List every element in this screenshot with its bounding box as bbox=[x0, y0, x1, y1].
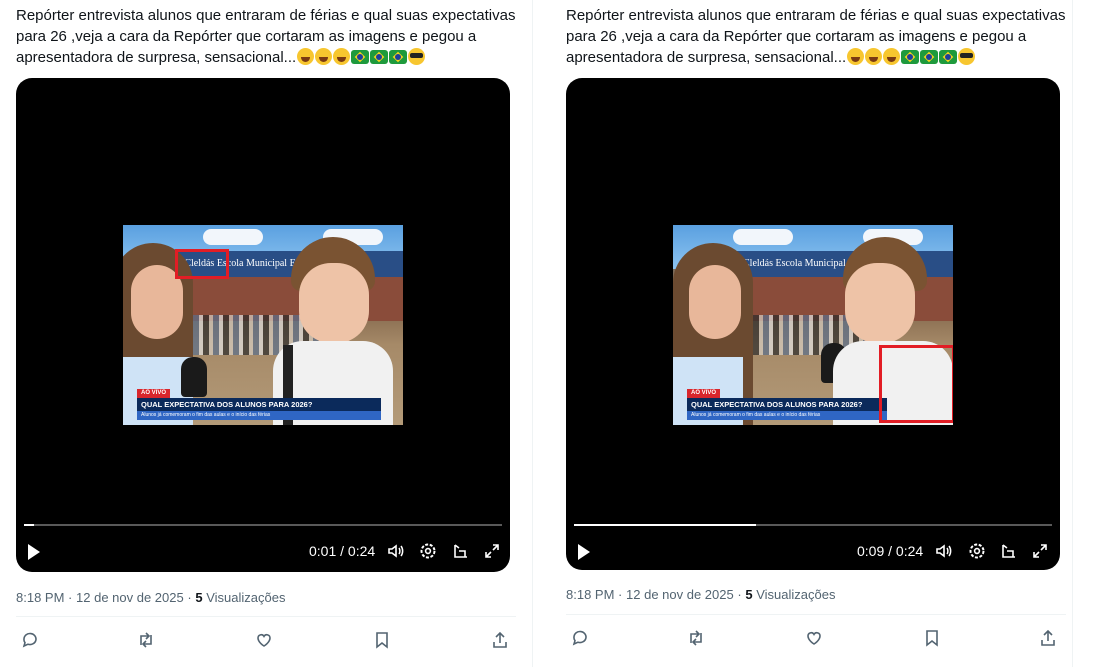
meta-separator: · bbox=[737, 587, 742, 602]
repost-icon[interactable] bbox=[136, 630, 160, 654]
progress-fill bbox=[574, 524, 756, 526]
highlight-box bbox=[175, 249, 229, 279]
play-icon[interactable] bbox=[28, 544, 40, 560]
sunglasses-face-icon bbox=[408, 48, 426, 65]
grinning-tears-icon bbox=[865, 48, 883, 65]
bookmark-icon[interactable] bbox=[922, 628, 946, 652]
video-controls: 0:01 / 0:24 bbox=[16, 538, 510, 566]
highlight-box bbox=[879, 345, 953, 423]
settings-icon[interactable] bbox=[419, 542, 437, 560]
tweet-body: Repórter entrevista alunos que entraram … bbox=[16, 7, 516, 66]
progress-bar[interactable] bbox=[574, 524, 1052, 526]
volume-icon[interactable] bbox=[935, 542, 953, 560]
volume-icon[interactable] bbox=[387, 542, 405, 560]
post-right: Repórter entrevista alunos que entraram … bbox=[564, 0, 1074, 667]
rolling-laughing-icon bbox=[847, 48, 865, 65]
video-player[interactable]: Cleldás Escola Municipal Elisa d AO VIVO… bbox=[566, 78, 1060, 570]
repost-icon[interactable] bbox=[686, 628, 710, 652]
divider bbox=[566, 614, 1066, 615]
column-divider bbox=[532, 0, 533, 667]
brazil-flag-icon bbox=[901, 50, 920, 64]
pip-icon[interactable] bbox=[1000, 542, 1018, 560]
progress-bar[interactable] bbox=[24, 524, 502, 526]
settings-icon[interactable] bbox=[968, 542, 986, 560]
views-label: Visualizações bbox=[206, 590, 286, 605]
fullscreen-icon[interactable] bbox=[483, 542, 501, 560]
post-left: Repórter entrevista alunos que entraram … bbox=[14, 0, 524, 667]
play-icon[interactable] bbox=[578, 544, 590, 560]
emoji-row bbox=[846, 48, 976, 66]
video-player[interactable]: es. Cleldás Escola Municipal Elisa d AO … bbox=[16, 78, 510, 572]
rolling-laughing-icon bbox=[297, 48, 315, 65]
share-icon[interactable] bbox=[1038, 628, 1062, 652]
video-time: 0:01 / 0:24 bbox=[309, 543, 376, 559]
boy-face bbox=[299, 263, 369, 343]
chyron-title: QUAL EXPECTATIVA DOS ALUNOS PARA 2026? bbox=[687, 398, 887, 411]
meta-separator: · bbox=[68, 590, 73, 605]
brazil-flag-icon bbox=[389, 50, 408, 64]
views-count: 5 bbox=[195, 590, 203, 605]
brazil-flag-icon bbox=[920, 50, 939, 64]
views-label: Visualizações bbox=[756, 587, 836, 602]
tweet-body: Repórter entrevista alunos que entraram … bbox=[566, 7, 1066, 66]
bookmark-icon[interactable] bbox=[372, 630, 396, 654]
chyron-subtitle: Alunos já comemoram o fim das aulas e o … bbox=[137, 411, 381, 420]
like-icon[interactable] bbox=[804, 628, 828, 652]
divider bbox=[16, 616, 516, 617]
rolling-laughing-icon bbox=[333, 48, 351, 65]
emoji-row bbox=[296, 48, 426, 66]
reporter-face bbox=[689, 265, 741, 339]
chyron-live-tag: AO VIVO bbox=[687, 389, 721, 398]
video-frame: Cleldás Escola Municipal Elisa d AO VIVO… bbox=[673, 225, 953, 425]
chyron-live-tag: AO VIVO bbox=[137, 389, 171, 398]
sunglasses-face-icon bbox=[958, 48, 976, 65]
brazil-flag-icon bbox=[370, 50, 389, 64]
post-time[interactable]: 8:18 PM bbox=[566, 587, 614, 602]
chyron-title: QUAL EXPECTATIVA DOS ALUNOS PARA 2026? bbox=[137, 398, 381, 411]
grinning-tears-icon bbox=[315, 48, 333, 65]
rolling-laughing-icon bbox=[883, 48, 901, 65]
chyron-subtitle: Alunos já comemoram o fim das aulas e o … bbox=[687, 411, 887, 420]
reply-icon[interactable] bbox=[20, 630, 44, 654]
reply-icon[interactable] bbox=[570, 628, 594, 652]
share-icon[interactable] bbox=[490, 630, 514, 654]
action-bar bbox=[566, 628, 1062, 654]
fullscreen-icon[interactable] bbox=[1031, 542, 1049, 560]
post-meta: 8:18 PM · 12 de nov de 2025 · 5 Visualiz… bbox=[566, 587, 835, 602]
post-date[interactable]: 12 de nov de 2025 bbox=[626, 587, 734, 602]
boy-face bbox=[845, 263, 915, 343]
video-controls: 0:09 / 0:24 bbox=[566, 538, 1060, 566]
brazil-flag-icon bbox=[351, 50, 370, 64]
tweet-text: Repórter entrevista alunos que entraram … bbox=[566, 5, 1066, 68]
tweet-text: Repórter entrevista alunos que entraram … bbox=[16, 5, 516, 68]
microphone bbox=[181, 357, 207, 397]
post-time[interactable]: 8:18 PM bbox=[16, 590, 64, 605]
pip-icon[interactable] bbox=[452, 542, 470, 560]
brazil-flag-icon bbox=[939, 50, 958, 64]
post-date[interactable]: 12 de nov de 2025 bbox=[76, 590, 184, 605]
video-frame: es. Cleldás Escola Municipal Elisa d AO … bbox=[123, 225, 403, 425]
like-icon[interactable] bbox=[254, 630, 278, 654]
action-bar bbox=[16, 630, 512, 656]
video-time: 0:09 / 0:24 bbox=[857, 543, 924, 559]
progress-fill bbox=[24, 524, 34, 526]
post-meta: 8:18 PM · 12 de nov de 2025 · 5 Visualiz… bbox=[16, 590, 285, 605]
views-count: 5 bbox=[745, 587, 753, 602]
meta-separator: · bbox=[618, 587, 623, 602]
meta-separator: · bbox=[187, 590, 192, 605]
